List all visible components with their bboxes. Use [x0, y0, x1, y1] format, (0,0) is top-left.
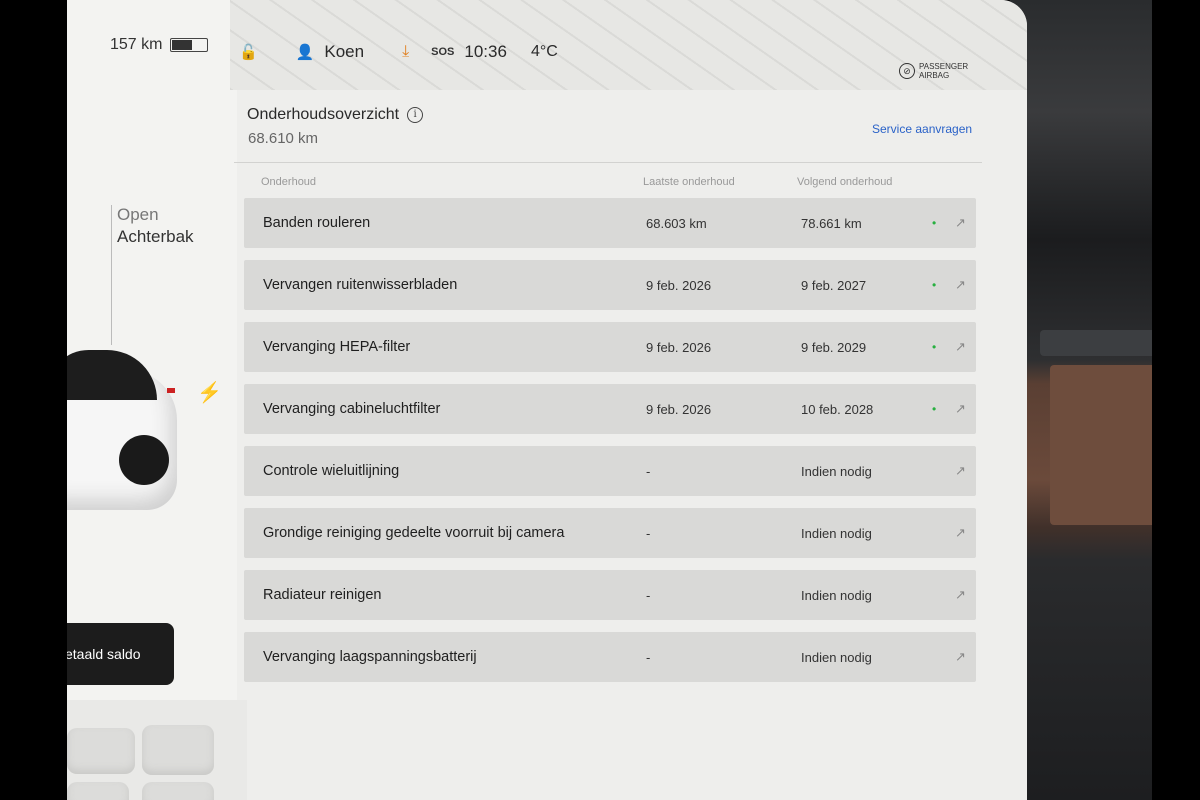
user-name: Koen	[324, 42, 365, 61]
maintenance-list: Banden rouleren 68.603 km 78.661 km • ↗ …	[244, 198, 984, 694]
airbag-label-2: AIRBAG	[919, 71, 950, 80]
screen-bezel-left	[0, 0, 67, 800]
touchscreen: 157 km 🔓 👤 Koen ⤓ SOS 10:36 4°C ⊘ PASSEN…	[67, 0, 1027, 800]
maintenance-row[interactable]: Controle wieluitlijning - Indien nodig ↗	[244, 446, 976, 496]
battery-icon	[170, 38, 209, 52]
next-service: Indien nodig	[801, 463, 872, 479]
range-indicator: 157 km	[110, 36, 209, 54]
task-name: Vervanging cabineluchtfilter	[263, 401, 441, 417]
task-name: Banden rouleren	[263, 215, 371, 231]
next-service: 9 feb. 2027	[801, 277, 867, 293]
divider	[234, 162, 982, 163]
column-header-task: Onderhoud	[261, 176, 317, 188]
status-dot-icon: •	[932, 402, 937, 416]
seat-icon[interactable]	[67, 728, 135, 774]
task-name: Radiateur reinigen	[263, 587, 382, 603]
status-dot-icon: •	[932, 278, 937, 292]
range-text: 157 km	[110, 36, 163, 53]
bolt-icon[interactable]: ⚡	[197, 380, 222, 405]
status-dot-icon: •	[932, 216, 937, 230]
maintenance-overview: Onderhoudsoverzicht i 68.610 km Service …	[234, 98, 994, 800]
arrow-up-right-icon[interactable]: ↗	[955, 463, 966, 479]
pay-balance-button[interactable]: etaald saldo	[67, 623, 174, 685]
outside-temperature: 4°C	[530, 43, 558, 60]
status-dot-icon: •	[932, 340, 937, 354]
arrow-up-right-icon[interactable]: ↗	[955, 649, 966, 665]
open-trunk-button[interactable]: Open Achterbak	[111, 205, 194, 345]
passenger-airbag-indicator: ⊘ PASSENGER AIRBAG	[899, 62, 968, 80]
airbag-label-1: PASSENGER	[919, 62, 969, 71]
user-profile[interactable]: 👤 Koen	[296, 42, 364, 62]
maintenance-row[interactable]: Banden rouleren 68.603 km 78.661 km • ↗	[244, 198, 976, 248]
seat-icon[interactable]	[67, 782, 129, 800]
next-service: 9 feb. 2029	[801, 339, 867, 355]
request-service-link[interactable]: Service aanvragen	[872, 122, 972, 136]
task-name: Vervangen ruitenwisserbladen	[263, 277, 458, 293]
maintenance-row[interactable]: Vervanging laagspanningsbatterij - Indie…	[244, 632, 976, 682]
arrow-up-right-icon[interactable]: ↗	[955, 339, 966, 355]
maintenance-row[interactable]: Grondige reiniging gedeelte voorruit bij…	[244, 508, 976, 558]
arrow-up-right-icon[interactable]: ↗	[955, 401, 966, 417]
screen-bezel-right	[1152, 0, 1200, 800]
task-name: Grondige reiniging gedeelte voorruit bij…	[263, 525, 565, 541]
next-service: Indien nodig	[801, 587, 872, 603]
next-service: 10 feb. 2028	[801, 401, 874, 417]
arrow-up-right-icon[interactable]: ↗	[955, 525, 966, 541]
seat-icon[interactable]	[142, 782, 214, 800]
column-header-last: Laatste onderhoud	[643, 176, 735, 188]
last-service: 9 feb. 2026	[646, 401, 712, 417]
last-service: -	[646, 587, 651, 603]
last-service: 9 feb. 2026	[646, 277, 712, 293]
next-service: 78.661 km	[801, 215, 862, 231]
arrow-up-right-icon[interactable]: ↗	[955, 277, 966, 293]
last-service: 68.603 km	[646, 215, 707, 231]
last-service: -	[646, 463, 651, 479]
arrow-up-right-icon[interactable]: ↗	[955, 587, 966, 603]
maintenance-row[interactable]: Vervangen ruitenwisserbladen 9 feb. 2026…	[244, 260, 976, 310]
clock: 10:36	[464, 42, 507, 61]
maintenance-row[interactable]: Radiateur reinigen - Indien nodig ↗	[244, 570, 976, 620]
trunk-pointer-line	[111, 205, 112, 345]
task-name: Vervanging HEPA-filter	[263, 339, 411, 355]
next-service: Indien nodig	[801, 649, 872, 665]
last-service: 9 feb. 2026	[646, 339, 712, 355]
sos-button[interactable]: SOS	[431, 46, 454, 58]
download-icon[interactable]: ⤓	[402, 43, 409, 61]
seat-icon[interactable]	[142, 725, 214, 775]
column-header-next: Volgend onderhoud	[797, 176, 893, 188]
status-bar: 🔓 👤 Koen ⤓ SOS 10:36 4°C	[239, 42, 558, 62]
seat-map	[67, 700, 247, 800]
last-service: -	[646, 525, 651, 541]
info-icon[interactable]: i	[407, 107, 424, 123]
car-render	[67, 350, 182, 520]
airbag-off-icon: ⊘	[899, 63, 915, 79]
next-service: Indien nodig	[801, 525, 872, 541]
odometer: 68.610 km	[248, 130, 319, 147]
arrow-up-right-icon[interactable]: ↗	[955, 215, 966, 231]
page-title: Onderhoudsoverzicht	[247, 106, 400, 123]
trunk-open-label: Open	[117, 205, 159, 224]
user-icon: 👤	[295, 44, 315, 61]
maintenance-row[interactable]: Vervanging HEPA-filter 9 feb. 2026 9 feb…	[244, 322, 976, 372]
maintenance-row[interactable]: Vervanging cabineluchtfilter 9 feb. 2026…	[244, 384, 976, 434]
last-service: -	[646, 649, 651, 665]
trunk-name-label: Achterbak	[117, 227, 194, 246]
title-row: Onderhoudsoverzicht i	[247, 106, 424, 124]
pay-balance-label: etaald saldo	[67, 646, 141, 662]
lock-open-icon[interactable]: 🔓	[239, 43, 258, 61]
task-name: Controle wieluitlijning	[263, 463, 400, 479]
task-name: Vervanging laagspanningsbatterij	[263, 649, 477, 665]
